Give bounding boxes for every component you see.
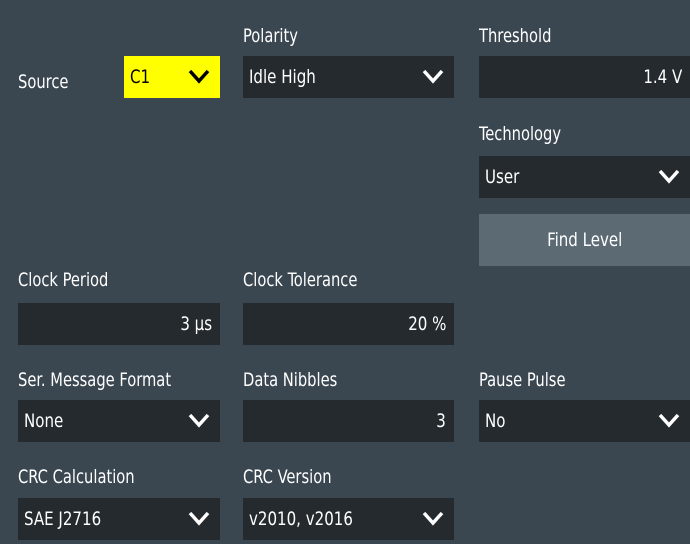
pause-pulse-dropdown[interactable]: No [479, 400, 690, 442]
technology-label: Technology [479, 123, 562, 145]
source-dropdown[interactable]: C1 [124, 56, 220, 98]
pause-pulse-label: Pause Pulse [479, 369, 566, 391]
crc-calculation-value: SAE J2716 [24, 508, 102, 530]
polarity-value: Idle High [249, 66, 316, 88]
technology-value: User [485, 166, 520, 188]
threshold-label: Threshold [479, 25, 552, 47]
clock-period-input[interactable]: 3 µs [18, 303, 220, 345]
data-nibbles-value: 3 [436, 410, 446, 432]
clock-period-label: Clock Period [18, 269, 109, 291]
crc-version-value: v2010, v2016 [249, 508, 353, 530]
crc-calculation-dropdown[interactable]: SAE J2716 [18, 498, 220, 540]
chevron-down-icon [188, 412, 210, 428]
threshold-input[interactable]: 1.4 V [479, 56, 690, 98]
chevron-down-icon [658, 412, 680, 428]
data-nibbles-label: Data Nibbles [243, 369, 338, 391]
chevron-down-icon [188, 68, 210, 84]
polarity-label: Polarity [243, 25, 298, 47]
crc-calculation-label: CRC Calculation [18, 466, 135, 488]
technology-dropdown[interactable]: User [479, 156, 690, 198]
ser-message-format-label: Ser. Message Format [18, 369, 172, 391]
data-nibbles-input[interactable]: 3 [243, 400, 454, 442]
clock-period-value: 3 µs [180, 313, 212, 335]
clock-tolerance-label: Clock Tolerance [243, 269, 358, 291]
pause-pulse-value: No [485, 410, 506, 432]
chevron-down-icon [422, 510, 444, 526]
clock-tolerance-input[interactable]: 20 % [243, 303, 454, 345]
polarity-dropdown[interactable]: Idle High [243, 56, 454, 98]
threshold-value: 1.4 V [643, 66, 682, 88]
chevron-down-icon [422, 68, 444, 84]
source-value: C1 [130, 66, 151, 88]
find-level-button[interactable]: Find Level [479, 214, 690, 266]
find-level-label: Find Level [546, 229, 623, 251]
chevron-down-icon [658, 168, 680, 184]
ser-message-format-dropdown[interactable]: None [18, 400, 220, 442]
ser-message-format-value: None [24, 410, 64, 432]
clock-tolerance-value: 20 % [407, 313, 446, 335]
source-label: Source [18, 71, 69, 93]
crc-version-label: CRC Version [243, 466, 332, 488]
crc-version-dropdown[interactable]: v2010, v2016 [243, 498, 454, 540]
chevron-down-icon [188, 510, 210, 526]
